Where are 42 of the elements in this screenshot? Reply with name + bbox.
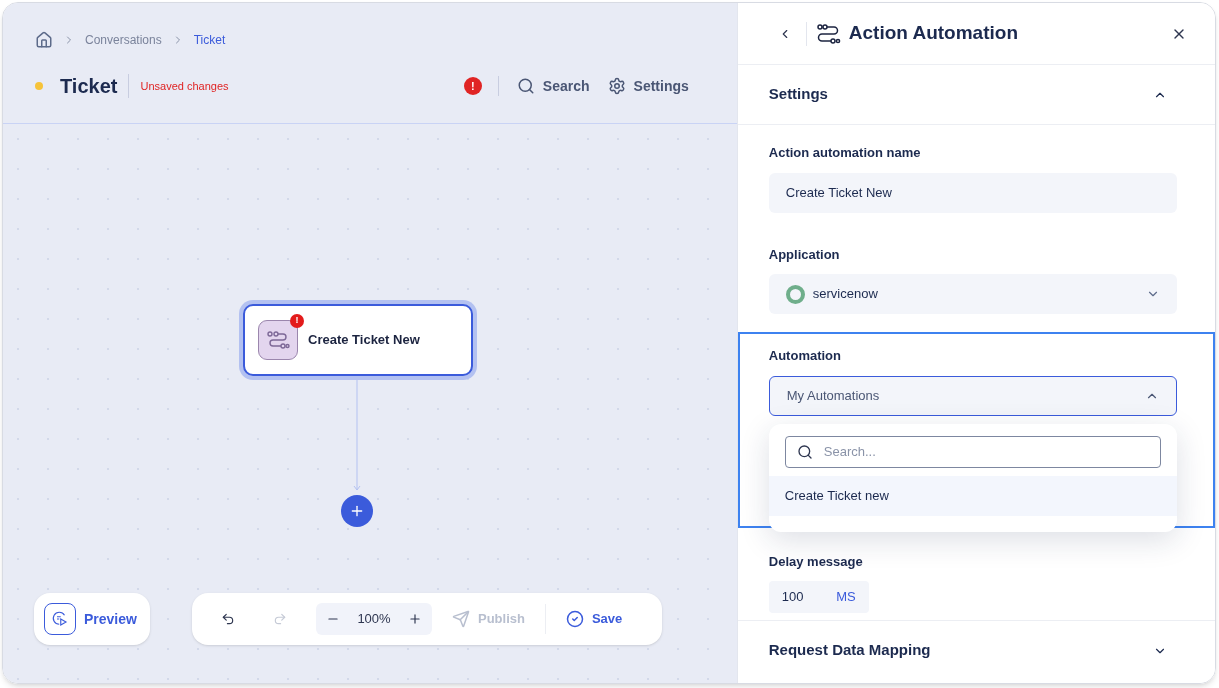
settings-button[interactable]: Settings bbox=[607, 75, 689, 97]
search-field[interactable]: Search... bbox=[784, 435, 1161, 468]
name-input-field[interactable]: Create Ticket New bbox=[768, 172, 1177, 213]
automation-icon bbox=[814, 21, 841, 46]
panel-title: Action Automation bbox=[848, 21, 1018, 46]
mapping-section-header[interactable]: Request Data Mapping bbox=[737, 620, 1215, 680]
add-step-button[interactable] bbox=[341, 495, 373, 527]
redo-icon bbox=[273, 612, 287, 626]
home-icon[interactable] bbox=[35, 31, 53, 49]
application-dropdown[interactable]: servicenow bbox=[768, 274, 1177, 314]
field-label: Delay message bbox=[768, 552, 864, 571]
page-title: Ticket bbox=[60, 74, 118, 99]
save-button[interactable]: Save bbox=[565, 609, 623, 629]
breadcrumb-link[interactable]: Ticket bbox=[193, 31, 226, 49]
unsaved-status: Unsaved changes bbox=[140, 78, 229, 94]
field-label: Automation bbox=[768, 347, 842, 365]
delay-value: 100 bbox=[781, 588, 804, 607]
zoom-level: 100% bbox=[357, 610, 391, 629]
dropdown-option[interactable]: Create Ticket new bbox=[768, 475, 1177, 516]
search-button[interactable]: Search bbox=[516, 75, 590, 97]
node-label: Create Ticket New bbox=[308, 331, 420, 350]
delay-unit: MS bbox=[836, 588, 856, 607]
search-icon bbox=[796, 443, 813, 460]
search-icon bbox=[516, 77, 535, 95]
send-icon bbox=[452, 610, 470, 628]
settings-section-header[interactable]: Settings bbox=[737, 65, 1215, 125]
undo-icon bbox=[221, 612, 235, 626]
automation-dropdown[interactable]: My Automations bbox=[768, 375, 1177, 416]
zoom-in-button[interactable] bbox=[408, 612, 422, 626]
field-label: Application bbox=[768, 245, 841, 264]
chat-play-icon bbox=[44, 603, 76, 635]
error-badge: ! bbox=[290, 314, 304, 328]
delay-input-field[interactable]: 100 MS bbox=[768, 581, 869, 613]
plus-icon bbox=[408, 612, 422, 626]
check-circle-icon bbox=[565, 610, 584, 628]
app-logo-icon bbox=[785, 284, 805, 304]
settings-icon bbox=[607, 77, 626, 95]
plus-icon bbox=[349, 503, 365, 519]
flow-icon bbox=[266, 328, 290, 352]
preview-button[interactable]: Preview bbox=[34, 593, 150, 645]
error-badge[interactable]: ! bbox=[463, 77, 482, 95]
field-label: Action automation name bbox=[768, 144, 922, 162]
